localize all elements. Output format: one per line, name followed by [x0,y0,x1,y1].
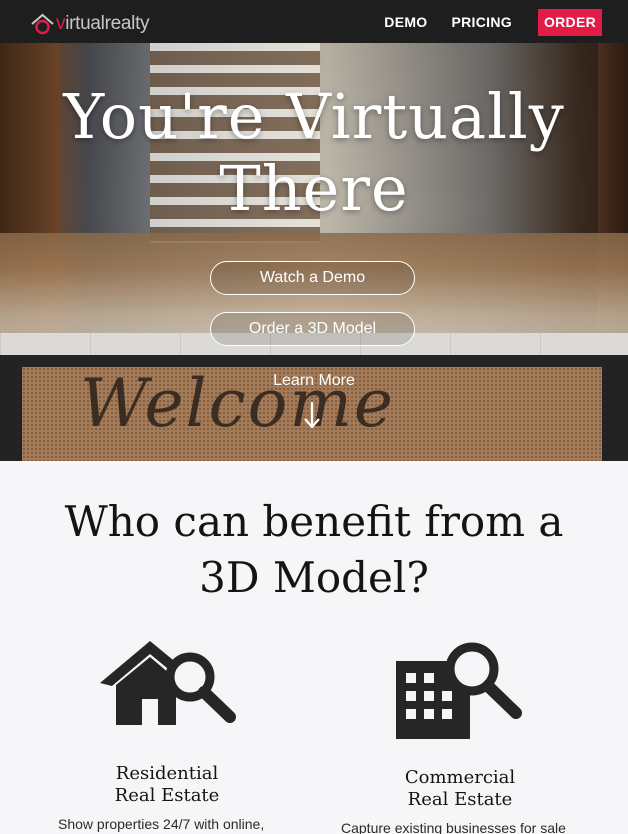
logo-text: virtualrealty [56,13,150,34]
top-nav: virtualrealty DEMO PRICING ORDER [0,0,628,43]
hero-section: Welcome You're Virtually There Watch a D… [0,43,628,461]
nav-pricing-link[interactable]: PRICING [451,9,511,36]
building-search-icon [396,642,522,739]
residential-title-line-2: Real Estate [114,785,220,806]
house-logo-icon [31,13,54,35]
residential-card-text: Show properties 24/7 with online, [58,816,265,832]
logo[interactable]: virtualrealty [30,9,150,35]
residential-card-title: Residential Real Estate [92,763,242,807]
hero-title-line-1: You're Virtually [63,80,565,153]
benefits-heading: Who can benefit from a 3D Model? [0,494,628,606]
nav-links: DEMO PRICING ORDER [360,9,602,36]
arrow-down-icon[interactable] [300,400,324,430]
order-3d-model-button[interactable]: Order a 3D Model [210,312,415,346]
hero-title: You're Virtually There [0,81,628,225]
learn-more-link[interactable]: Learn More [0,372,628,390]
benefits-heading-line-2: 3D Model? [199,553,429,602]
watch-demo-button[interactable]: Watch a Demo [210,261,415,295]
commercial-card-title: Commercial Real Estate [380,767,540,811]
house-search-icon [100,641,236,725]
commercial-card-text: Capture existing businesses for sale [341,820,566,834]
nav-demo-link[interactable]: DEMO [384,9,427,36]
hero-title-line-2: There [219,152,409,225]
commercial-title-line-2: Real Estate [407,789,513,810]
benefits-heading-line-1: Who can benefit from a [64,497,564,546]
nav-order-button[interactable]: ORDER [537,9,602,36]
commercial-title-line-1: Commercial [404,767,516,788]
residential-title-line-1: Residential [115,763,219,784]
